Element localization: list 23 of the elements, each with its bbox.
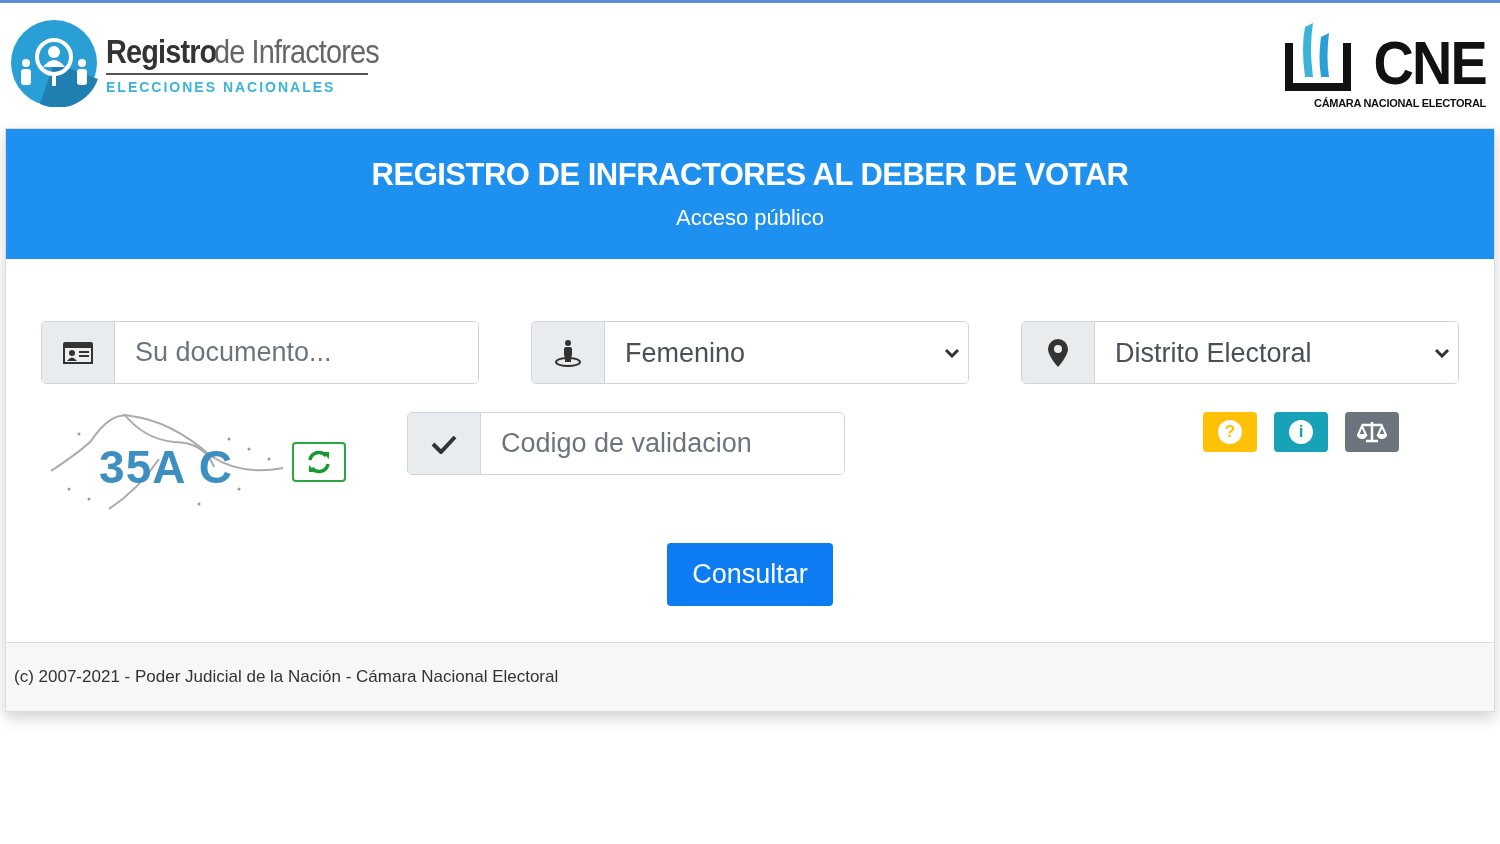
copyright-text: (c) 2007-2021 - Poder Judicial de la Nación - Cámara Nacional Electoral bbox=[14, 667, 559, 687]
gender-dropdown[interactable]: Femenino bbox=[531, 321, 969, 384]
cne-logo-text: CNE bbox=[1373, 35, 1486, 91]
check-icon bbox=[431, 433, 457, 454]
captcha-image: 35A C bbox=[49, 409, 286, 513]
document-field[interactable]: Su documento... bbox=[41, 321, 479, 384]
district-dropdown[interactable]: Distrito Electoral bbox=[1021, 321, 1459, 384]
page-subtitle: Acceso público bbox=[676, 205, 824, 231]
logo-title: Registro bbox=[106, 31, 217, 71]
people-search-logo-icon bbox=[10, 19, 98, 107]
legal-button[interactable] bbox=[1345, 412, 1399, 452]
map-marker-icon bbox=[1048, 338, 1068, 367]
cne-logo-subtitle: CÁMARA NACIONAL ELECTORAL bbox=[1314, 97, 1486, 109]
id-card-icon bbox=[62, 340, 94, 365]
refresh-button[interactable] bbox=[292, 442, 346, 482]
person-on-spot-icon bbox=[554, 338, 582, 367]
scale-icon bbox=[1357, 420, 1387, 444]
logo-subtitle: ELECCIONES NACIONALES bbox=[106, 78, 337, 95]
page-title: REGISTRO DE INFRACTORES AL DEBER DE VOTAR bbox=[371, 157, 1129, 193]
validation-code-field[interactable]: Codigo de validacion bbox=[407, 412, 845, 475]
info-button[interactable]: i bbox=[1274, 412, 1328, 452]
consultar-button[interactable]: Consultar bbox=[667, 543, 833, 606]
refresh-icon bbox=[306, 450, 332, 474]
